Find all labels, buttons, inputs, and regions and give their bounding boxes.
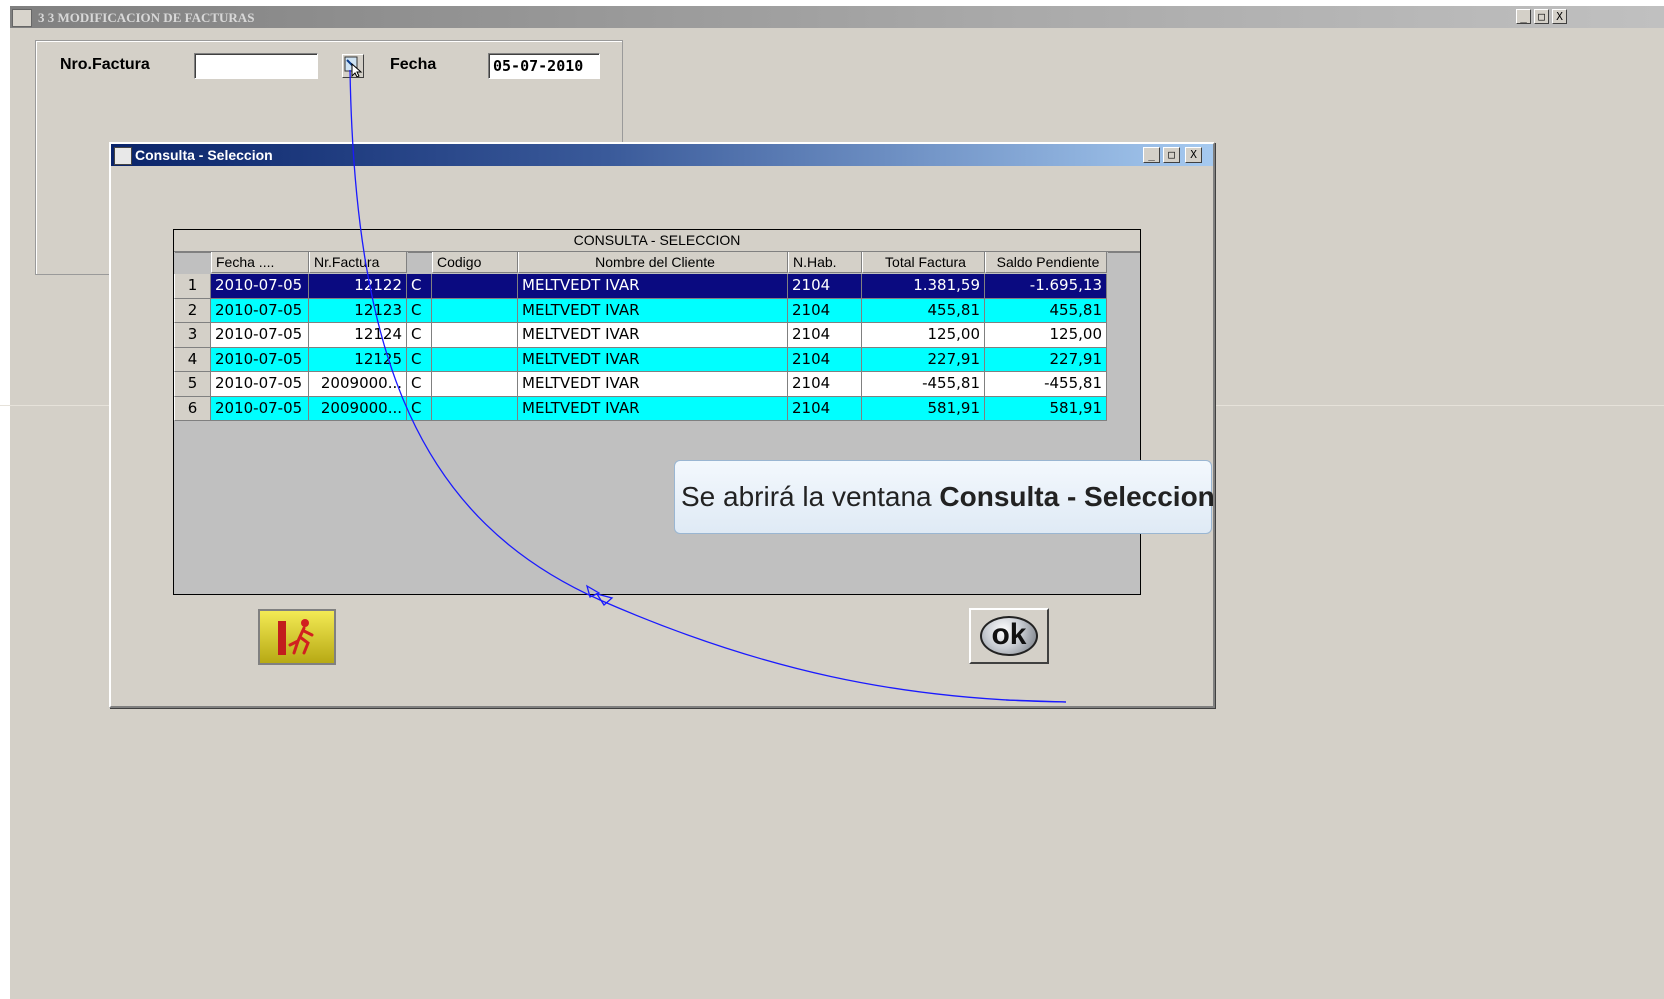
table-row[interactable]: 2 2010-07-05 12123 C MELTVEDT IVAR 2104 455,81… xyxy=(174,298,1107,323)
cell-saldo: 455,81 xyxy=(985,298,1107,323)
row-number[interactable]: 5 xyxy=(174,372,211,397)
cell-total: 455,81 xyxy=(862,298,985,323)
table-row[interactable]: 1 2010-07-05 12122 C MELTVEDT IVAR 2104 1.381,… xyxy=(174,274,1107,299)
cell-total: 125,00 xyxy=(862,323,985,348)
table-row[interactable]: 6 2010-07-05 2009000... C MELTVEDT IVAR 2104 5… xyxy=(174,396,1107,421)
cell-tipo: C xyxy=(407,372,432,397)
cell-codigo xyxy=(432,298,518,323)
cell-saldo: -1.695,13 xyxy=(985,274,1107,299)
search-icon xyxy=(344,56,363,78)
cell-saldo: 125,00 xyxy=(985,323,1107,348)
cell-tipo: C xyxy=(407,347,432,372)
col-header-total[interactable]: Total Factura xyxy=(862,252,985,273)
results-grid[interactable]: CONSULTA - SELECCION Fecha .... Nr.Factu… xyxy=(173,229,1141,595)
cell-total: -455,81 xyxy=(862,372,985,397)
cell-cliente: MELTVEDT IVAR xyxy=(518,274,788,299)
cell-hab: 2104 xyxy=(788,372,862,397)
cell-codigo xyxy=(432,372,518,397)
col-header-factura[interactable]: Nr.Factura xyxy=(309,252,407,273)
cell-factura: 12124 xyxy=(309,323,407,348)
cell-codigo xyxy=(432,323,518,348)
dialog-maximize-button[interactable]: □ xyxy=(1163,147,1180,163)
cell-fecha: 2010-07-05 xyxy=(211,372,309,397)
dialog-close-button[interactable]: X xyxy=(1185,147,1202,163)
cell-fecha: 2010-07-05 xyxy=(211,274,309,299)
cell-factura: 12125 xyxy=(309,347,407,372)
cell-total: 581,91 xyxy=(862,396,985,421)
cell-hab: 2104 xyxy=(788,396,862,421)
restore-button[interactable]: □ xyxy=(1534,9,1549,24)
row-number[interactable]: 4 xyxy=(174,347,211,372)
cell-factura: 2009000... xyxy=(309,372,407,397)
col-header-cliente[interactable]: Nombre del Cliente xyxy=(518,252,788,273)
col-header-codigo[interactable]: Codigo xyxy=(432,252,518,273)
fecha-input[interactable]: 05-07-2010 xyxy=(488,53,600,79)
cell-saldo: 581,91 xyxy=(985,396,1107,421)
col-header-tipo[interactable] xyxy=(407,252,432,253)
cell-fecha: 2010-07-05 xyxy=(211,396,309,421)
row-number[interactable]: 1 xyxy=(174,274,211,299)
cell-hab: 2104 xyxy=(788,298,862,323)
ok-label: ok xyxy=(980,616,1038,656)
grid-header: Fecha .... Nr.Factura Codigo Nombre del … xyxy=(174,252,1140,274)
tutorial-callout: Se abrirá la ventana Consulta - Seleccio… xyxy=(674,460,1215,534)
nro-factura-input[interactable] xyxy=(194,53,318,79)
ok-button[interactable]: ok xyxy=(969,608,1049,664)
cell-codigo xyxy=(432,347,518,372)
cell-tipo: C xyxy=(407,396,432,421)
callout-prefix: Se abrirá la ventana xyxy=(681,481,940,512)
cell-factura: 12122 xyxy=(309,274,407,299)
col-header-fecha[interactable]: Fecha .... xyxy=(211,252,309,273)
dialog-icon xyxy=(114,147,132,165)
cell-total: 227,91 xyxy=(862,347,985,372)
cell-factura: 12123 xyxy=(309,298,407,323)
row-number[interactable]: 3 xyxy=(174,323,211,348)
cell-fecha: 2010-07-05 xyxy=(211,347,309,372)
cell-fecha: 2010-07-05 xyxy=(211,298,309,323)
search-button[interactable] xyxy=(342,54,364,78)
table-row[interactable]: 3 2010-07-05 12124 C MELTVEDT IVAR 2104 125,00… xyxy=(174,323,1107,348)
nro-factura-label: Nro.Factura xyxy=(60,56,150,73)
table-row[interactable]: 5 2010-07-05 2009000... C MELTVEDT IVAR 2104-… xyxy=(174,372,1107,397)
cell-cliente: MELTVEDT IVAR xyxy=(518,372,788,397)
row-number[interactable]: 6 xyxy=(174,396,211,421)
col-header-hab[interactable]: N.Hab. xyxy=(788,252,862,273)
cell-hab: 2104 xyxy=(788,274,862,299)
grid-caption: CONSULTA - SELECCION xyxy=(174,230,1140,252)
header-corner xyxy=(174,252,211,253)
dialog-title: Consulta - Seleccion xyxy=(135,147,273,163)
running-man-exit-icon xyxy=(278,619,314,655)
table-row[interactable]: 4 2010-07-05 12125 C MELTVEDT IVAR 2104 227,91… xyxy=(174,347,1107,372)
row-number[interactable]: 2 xyxy=(174,298,211,323)
cell-cliente: MELTVEDT IVAR xyxy=(518,347,788,372)
cell-codigo xyxy=(432,274,518,299)
exit-button[interactable] xyxy=(258,609,336,665)
cell-total: 1.381,59 xyxy=(862,274,985,299)
minimize-button[interactable]: _ xyxy=(1516,9,1531,24)
cell-tipo: C xyxy=(407,323,432,348)
cell-saldo: -455,81 xyxy=(985,372,1107,397)
close-button[interactable]: X xyxy=(1552,9,1567,24)
dialog-titlebar[interactable]: Consulta - Seleccion _ □ X xyxy=(111,144,1213,166)
consulta-dialog: Consulta - Seleccion _ □ X CONSULTA - SE… xyxy=(109,142,1215,708)
cell-cliente: MELTVEDT IVAR xyxy=(518,396,788,421)
fecha-label: Fecha xyxy=(390,56,437,73)
col-header-saldo[interactable]: Saldo Pendiente xyxy=(985,252,1107,273)
cell-cliente: MELTVEDT IVAR xyxy=(518,323,788,348)
cell-fecha: 2010-07-05 xyxy=(211,323,309,348)
app-title: 3 3 MODIFICACION DE FACTURAS xyxy=(38,10,255,25)
cell-cliente: MELTVEDT IVAR xyxy=(518,298,788,323)
cell-hab: 2104 xyxy=(788,323,862,348)
cell-factura: 2009000... xyxy=(309,396,407,421)
app-icon xyxy=(12,9,32,27)
cell-saldo: 227,91 xyxy=(985,347,1107,372)
dialog-minimize-button[interactable]: _ xyxy=(1143,147,1160,163)
app-titlebar[interactable]: 3 3 MODIFICACION DE FACTURAS _ □ X xyxy=(10,6,1664,28)
callout-bold: Consulta - Seleccion xyxy=(939,481,1215,512)
cell-hab: 2104 xyxy=(788,347,862,372)
cell-codigo xyxy=(432,396,518,421)
cell-tipo: C xyxy=(407,274,432,299)
cell-tipo: C xyxy=(407,298,432,323)
col-header-filler xyxy=(1107,252,1140,253)
